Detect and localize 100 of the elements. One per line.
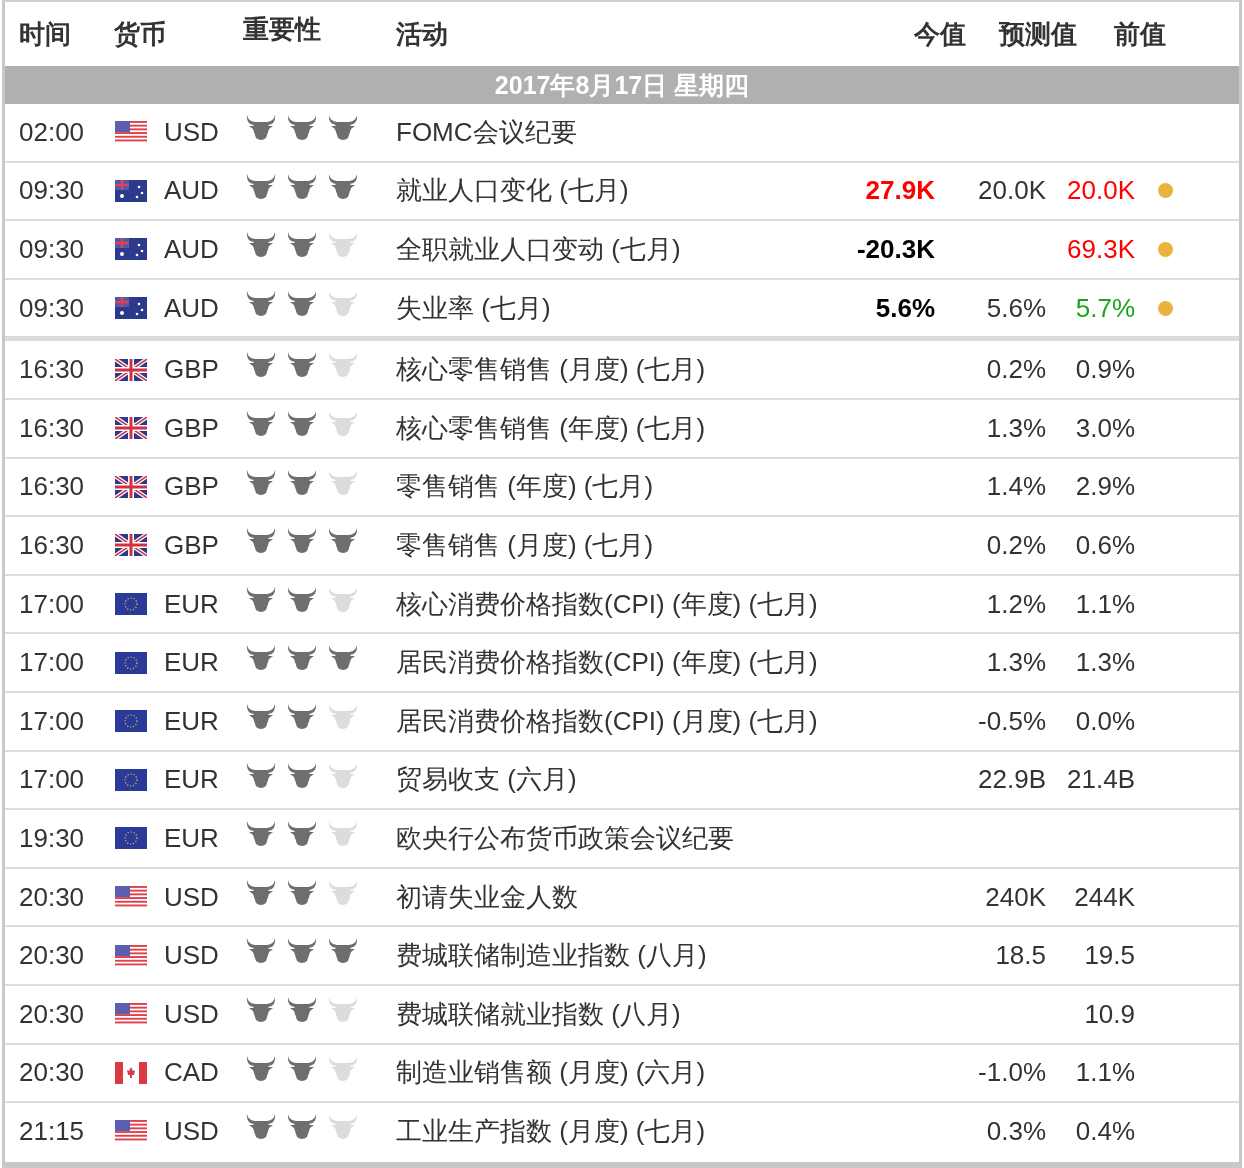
time-cell-text: 20:30 xyxy=(19,881,86,913)
forecast-value: 1.3% xyxy=(986,647,1046,679)
currency-cell-text: GBP xyxy=(164,354,220,386)
event-cell-text: 零售销售 (月度) (七月) xyxy=(396,528,655,562)
forecast-value: 1.4% xyxy=(986,471,1046,503)
previous-value: 19.5 xyxy=(1084,940,1135,972)
currency-cell-text: GBP xyxy=(164,412,220,444)
event-cell-text: 失业率 (七月) xyxy=(396,291,552,325)
previous-value: 69.3K xyxy=(1067,234,1135,265)
event-cell-text: 贸易收支 (六月) xyxy=(396,763,578,797)
previous-value: 0.9% xyxy=(1075,354,1135,386)
currency-cell-text: EUR xyxy=(164,822,220,854)
bull-icon xyxy=(286,351,318,380)
currency-cell-text: USD xyxy=(164,998,220,1030)
time-cell-text: 17:00 xyxy=(19,647,86,679)
bull-icon xyxy=(327,527,359,556)
bull-icon xyxy=(286,114,318,142)
bull-icon xyxy=(327,1113,359,1142)
bull-icon xyxy=(286,644,318,673)
forecast-value: 20.0K xyxy=(978,175,1046,207)
bull-icon xyxy=(245,1113,277,1142)
previous-value: 1.1% xyxy=(1075,1057,1135,1089)
currency-cell-text: GBP xyxy=(164,471,220,503)
forecast-value: -0.5% xyxy=(978,705,1046,737)
event-cell-text: 费城联储就业指数 (八月) xyxy=(396,997,682,1031)
column-header: 重要性 xyxy=(243,13,322,46)
forecast-value: -1.0% xyxy=(978,1057,1046,1089)
time-cell-text: 20:30 xyxy=(19,998,86,1030)
event-cell-text: 工业生产指数 (月度) (七月) xyxy=(396,1114,707,1148)
currency-cell-text: EUR xyxy=(164,647,220,679)
time-cell-text: 20:30 xyxy=(19,1057,86,1089)
forecast-value: 0.2% xyxy=(986,529,1046,561)
previous-value: 5.7% xyxy=(1075,292,1135,324)
bull-icon xyxy=(286,231,318,260)
time-cell-text: 20:30 xyxy=(19,940,86,972)
previous-value: 2.9% xyxy=(1075,471,1135,503)
previous-value: 1.3% xyxy=(1075,647,1135,679)
currency-cell-text: GBP xyxy=(164,529,220,561)
event-cell-text: FOMC会议纪要 xyxy=(396,115,578,149)
previous-value: 0.6% xyxy=(1075,529,1135,561)
bull-icon xyxy=(245,231,277,260)
currency-cell-text: CAD xyxy=(164,1057,220,1089)
forecast-value: 22.9B xyxy=(978,764,1046,796)
event-cell-text: 居民消费价格指数(CPI) (年度) (七月) xyxy=(396,646,819,680)
bull-icon xyxy=(245,114,277,142)
bull-icon xyxy=(286,527,318,556)
previous-value: 10.9 xyxy=(1084,998,1135,1030)
currency-cell-text: AUD xyxy=(164,292,220,324)
time-cell-text: 09:30 xyxy=(19,234,86,265)
bull-icon xyxy=(245,937,277,966)
forecast-value: 1.2% xyxy=(986,588,1046,620)
currency-cell-text: USD xyxy=(164,940,220,972)
date-bar: 2017年8月17日 星期四 xyxy=(5,66,1239,104)
event-cell-text: 制造业销售额 (月度) (六月) xyxy=(396,1056,707,1090)
column-header: 今值 xyxy=(913,17,966,51)
bull-icon xyxy=(245,351,277,380)
event-cell-text: 居民消费价格指数(CPI) (月度) (七月) xyxy=(396,704,819,738)
previous-value: 0.4% xyxy=(1075,1115,1135,1147)
event-cell-text: 核心零售销售 (月度) (七月) xyxy=(396,353,707,387)
event-cell-text: 全职就业人口变动 (七月) xyxy=(396,233,682,266)
currency-cell-text: USD xyxy=(164,881,220,913)
bull-icon xyxy=(245,527,277,556)
forecast-value: 5.6% xyxy=(986,292,1046,324)
currency-cell-text: EUR xyxy=(164,764,220,796)
time-cell-text: 09:30 xyxy=(19,175,86,207)
forecast-value: 240K xyxy=(985,881,1046,913)
time-cell-text: 17:00 xyxy=(19,764,86,796)
event-cell-text: 核心零售销售 (年度) (七月) xyxy=(396,411,707,445)
event-cell-text: 费城联储制造业指数 (八月) xyxy=(396,939,708,973)
time-cell-text: 16:30 xyxy=(19,529,86,561)
time-cell-text: 16:30 xyxy=(19,354,86,386)
column-header: 货币 xyxy=(114,17,167,51)
previous-value: 1.1% xyxy=(1075,588,1135,620)
time-cell-text: 17:00 xyxy=(19,705,86,737)
actual-value: -20.3K xyxy=(856,234,935,265)
bull-icon xyxy=(327,114,359,142)
column-header: 活动 xyxy=(396,17,449,51)
bull-icon xyxy=(245,644,277,673)
time-cell-text: 17:00 xyxy=(19,588,86,620)
forecast-value: 0.3% xyxy=(986,1115,1046,1147)
bull-icon xyxy=(286,1113,318,1142)
event-cell-text: 初请失业金人数 xyxy=(396,880,579,914)
column-header: 时间 xyxy=(19,17,72,51)
previous-value: 20.0K xyxy=(1067,175,1135,207)
bull-icon xyxy=(327,937,359,966)
forecast-value: 1.3% xyxy=(986,412,1046,444)
bull-icon xyxy=(327,644,359,673)
previous-value: 21.4B xyxy=(1067,764,1135,796)
event-cell-text: 零售销售 (年度) (七月) xyxy=(396,470,655,504)
bull-icon xyxy=(286,937,318,966)
time-cell-text: 09:30 xyxy=(19,292,86,324)
bull-icon xyxy=(327,231,359,260)
event-cell-text: 就业人口变化 (七月) xyxy=(396,174,630,208)
time-cell-text: 16:30 xyxy=(19,412,86,444)
event-cell-text: 核心消费价格指数(CPI) (年度) (七月) xyxy=(396,587,819,621)
column-header: 预测值 xyxy=(997,17,1077,51)
actual-value: 5.6% xyxy=(875,292,935,324)
column-header: 前值 xyxy=(1113,17,1167,51)
time-cell-text: 16:30 xyxy=(19,471,86,503)
event-cell-text: 欧央行公布货币政策会议纪要 xyxy=(396,821,735,855)
